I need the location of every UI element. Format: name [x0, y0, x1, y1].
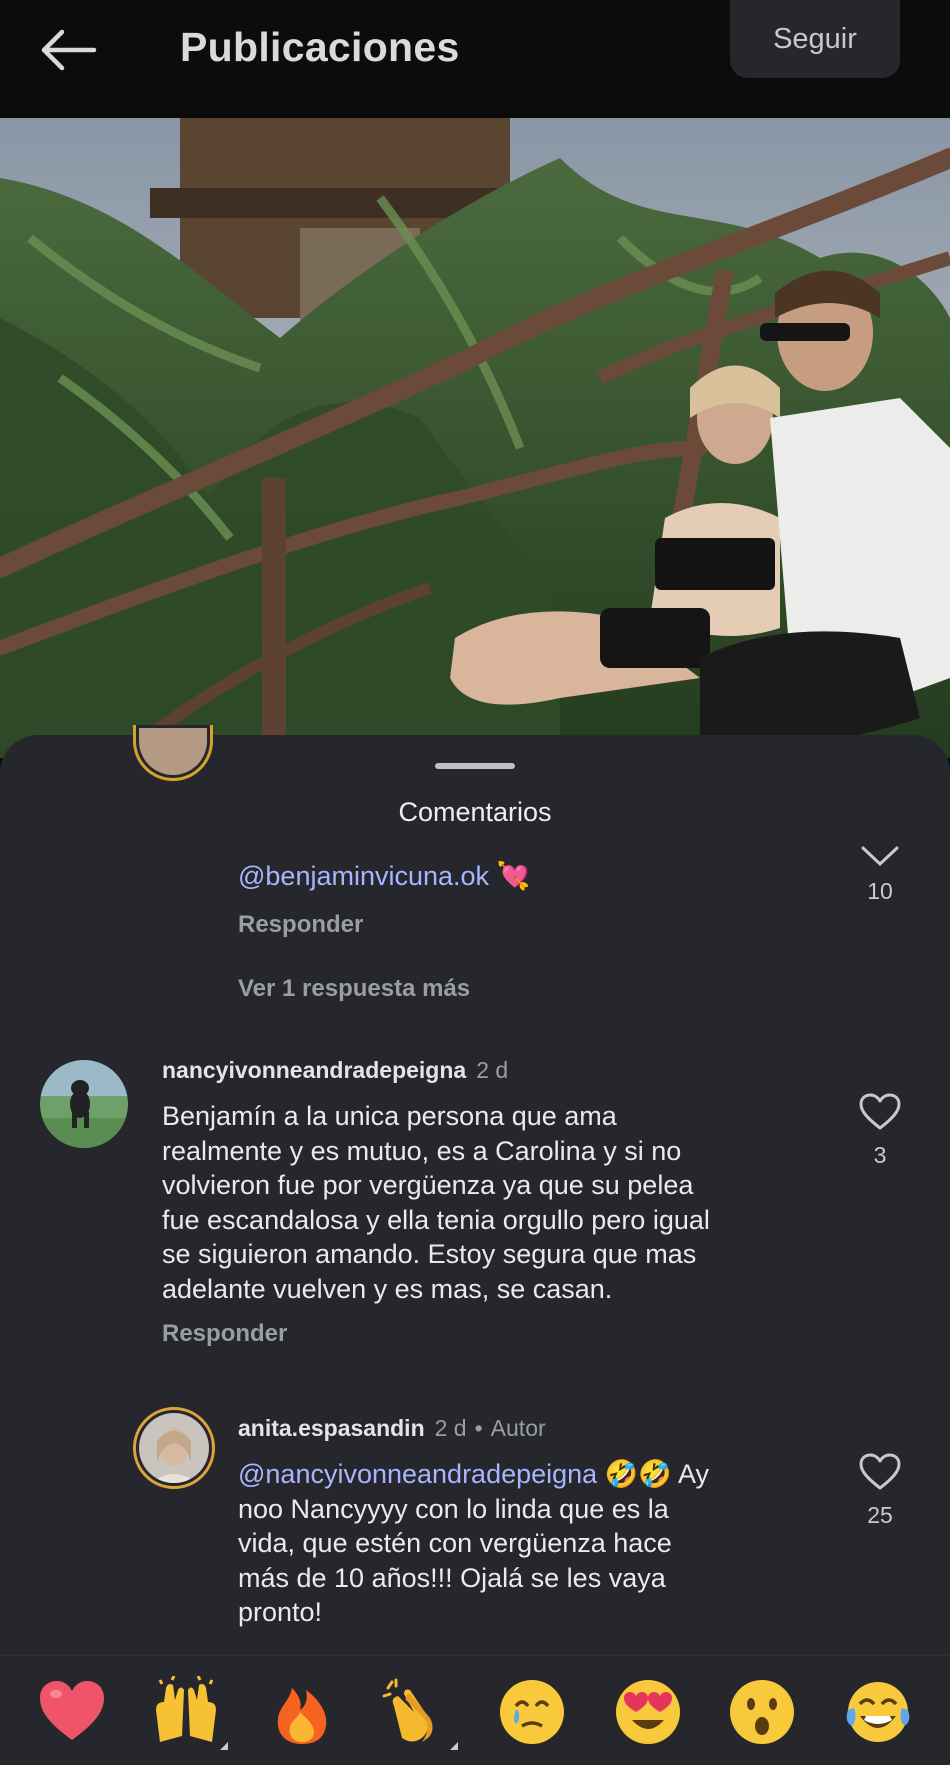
top-bar: Publicaciones Seguir	[0, 0, 950, 118]
smiling-tear-icon	[500, 1680, 564, 1744]
text-line: noo Nancyyyy con lo linda que es la	[238, 1493, 669, 1524]
surprised-face-icon	[730, 1680, 794, 1744]
text-line: fue escandalosa y ella tenia orgullo per…	[162, 1204, 710, 1235]
reaction-heart-button[interactable]	[36, 1676, 108, 1748]
collapse-control[interactable]: 10	[850, 845, 910, 905]
variant-indicator	[450, 1742, 458, 1750]
comment-time: 2 d	[434, 1415, 467, 1441]
tears-of-joy-icon	[846, 1682, 910, 1742]
emoji: 🤣🤣	[604, 1459, 672, 1489]
page-title: Publicaciones	[180, 24, 460, 70]
mention-link[interactable]: @benjaminvicuna.ok	[238, 861, 489, 891]
avatar[interactable]	[133, 725, 213, 781]
reply-button[interactable]: Responder	[162, 1320, 287, 1348]
comment-time: 2 d	[476, 1057, 509, 1083]
text-line: adelante vuelven y es mas, se casan.	[162, 1273, 613, 1304]
sheet-grabber[interactable]	[435, 763, 515, 769]
reaction-raised-hands-button[interactable]	[150, 1675, 228, 1750]
text-line: se siguieron amando. Estoy segura que ma…	[162, 1239, 697, 1269]
reaction-surprised-button[interactable]	[726, 1676, 798, 1748]
comment-username[interactable]: nancyivonneandradepeigna 2 d	[162, 1057, 508, 1084]
avatar[interactable]	[40, 1060, 128, 1148]
fire-icon	[277, 1688, 327, 1744]
like-control[interactable]: 25	[850, 1453, 910, 1529]
text-line: realmente y es mutuo, es a Carolina y si…	[162, 1135, 682, 1166]
heart-icon	[40, 1681, 104, 1740]
reaction-smiling-tear-button[interactable]	[496, 1676, 568, 1748]
heart-icon[interactable]	[859, 1093, 901, 1131]
quick-reactions-bar	[0, 1655, 950, 1765]
sheet-title: Comentarios	[398, 797, 552, 827]
text-fragment: Ay	[677, 1459, 709, 1489]
post-photo	[0, 118, 950, 758]
heart-icon[interactable]	[859, 1453, 901, 1491]
reaction-tears-of-joy-button[interactable]	[842, 1676, 914, 1748]
comments-sheet: Comentarios @benjaminvicuna.ok 💘 Respond…	[0, 725, 950, 1765]
heart-eyes-icon	[616, 1680, 680, 1744]
text-line: volvieron fue por vergüenza ya que su pe…	[162, 1170, 694, 1200]
mention-link[interactable]: @nancyivonneandradepeigna	[238, 1459, 597, 1489]
reaction-fire-button[interactable]	[266, 1676, 338, 1748]
variant-indicator	[220, 1742, 228, 1750]
username-text[interactable]: anita.espasandin	[238, 1415, 425, 1441]
avatar[interactable]	[133, 1407, 215, 1489]
comment-text: Benjamín a la unica persona que ama real…	[162, 1099, 802, 1306]
back-arrow-icon[interactable]	[36, 24, 100, 76]
text-line: vida, que estén con vergüenza hace	[238, 1528, 672, 1558]
follow-button[interactable]: Seguir	[730, 0, 900, 78]
separator-dot: •	[474, 1415, 483, 1441]
clapping-hands-icon	[382, 1678, 433, 1742]
reply-button[interactable]: Responder	[238, 911, 363, 939]
emoji: 💘	[496, 861, 531, 891]
reaction-heart-eyes-button[interactable]	[612, 1676, 684, 1748]
text-line: Benjamín a la unica persona que ama	[162, 1101, 617, 1131]
text-line: más de 10 años!!! Ojalá se les vaya	[238, 1562, 666, 1593]
like-count: 3	[873, 1142, 887, 1168]
text-line: pronto!	[238, 1597, 323, 1627]
reaction-clapping-hands-button[interactable]	[380, 1676, 458, 1750]
chevron-down-icon[interactable]	[860, 845, 900, 867]
like-count: 25	[867, 1502, 893, 1528]
comment-text: @benjaminvicuna.ok 💘	[238, 859, 530, 894]
comment-username[interactable]: anita.espasandin 2 d • Autor	[238, 1415, 546, 1442]
like-control[interactable]: 3	[850, 1093, 910, 1169]
comment-text: @nancyivonneandradepeigna 🤣🤣 Ay noo Nanc…	[238, 1457, 798, 1630]
raised-hands-icon	[156, 1675, 216, 1742]
text-line: @nancyivonneandradepeigna 🤣🤣 Ay	[238, 1457, 798, 1492]
like-count: 10	[867, 878, 893, 904]
author-badge: Autor	[490, 1415, 546, 1441]
view-more-replies[interactable]: Ver 1 respuesta más	[238, 975, 470, 1003]
username-text[interactable]: nancyivonneandradepeigna	[162, 1057, 466, 1083]
